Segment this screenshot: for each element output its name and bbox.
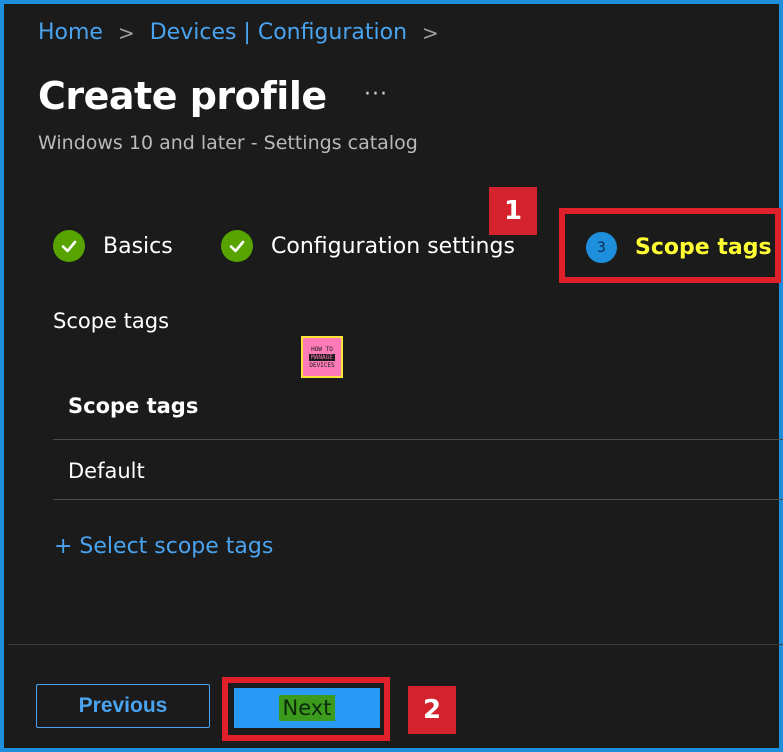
step-basics[interactable]: Basics [53,230,173,262]
chevron-right-icon: > [422,20,439,45]
checkmark-icon [221,230,253,262]
page-title: Create profile [38,74,327,118]
section-label: Scope tags [53,309,170,333]
page-subtitle: Windows 10 and later - Settings catalog [38,132,418,154]
logo-line: DEVICES [309,361,335,369]
page-frame: Home > Devices | Configuration > Create … [0,0,783,752]
step-scope-tags[interactable]: 3 Scope tags [586,232,772,263]
previous-button[interactable]: Previous [36,684,210,728]
breadcrumb-home[interactable]: Home [38,20,103,45]
table-divider [53,439,783,440]
breadcrumb: Home > Devices | Configuration > [38,20,454,45]
how-to-manage-devices-logo: HOW TO MANAGE DEVICES [301,336,343,378]
logo-line: MANAGE [309,353,335,361]
step-configuration-settings-label: Configuration settings [271,233,515,259]
callout-badge-1: 1 [489,187,537,235]
step-basics-label: Basics [103,233,173,259]
breadcrumb-devices-configuration[interactable]: Devices | Configuration [150,20,407,45]
logo-line: HOW TO [311,345,333,353]
checkmark-icon [53,230,85,262]
callout-badge-2: 2 [408,686,456,734]
more-options-icon[interactable]: ··· [364,82,388,107]
table-row: Default [68,459,145,483]
step-scope-tags-label: Scope tags [635,235,772,260]
table-divider [53,499,783,500]
footer-divider [8,644,783,645]
step-number-badge: 3 [586,232,617,263]
select-scope-tags-link[interactable]: + Select scope tags [54,534,273,559]
next-button[interactable]: Next [234,688,380,728]
step-configuration-settings[interactable]: Configuration settings [221,230,515,262]
next-button-label: Next [278,695,336,721]
chevron-right-icon: > [117,20,135,45]
table-header-scope-tags: Scope tags [68,394,199,418]
